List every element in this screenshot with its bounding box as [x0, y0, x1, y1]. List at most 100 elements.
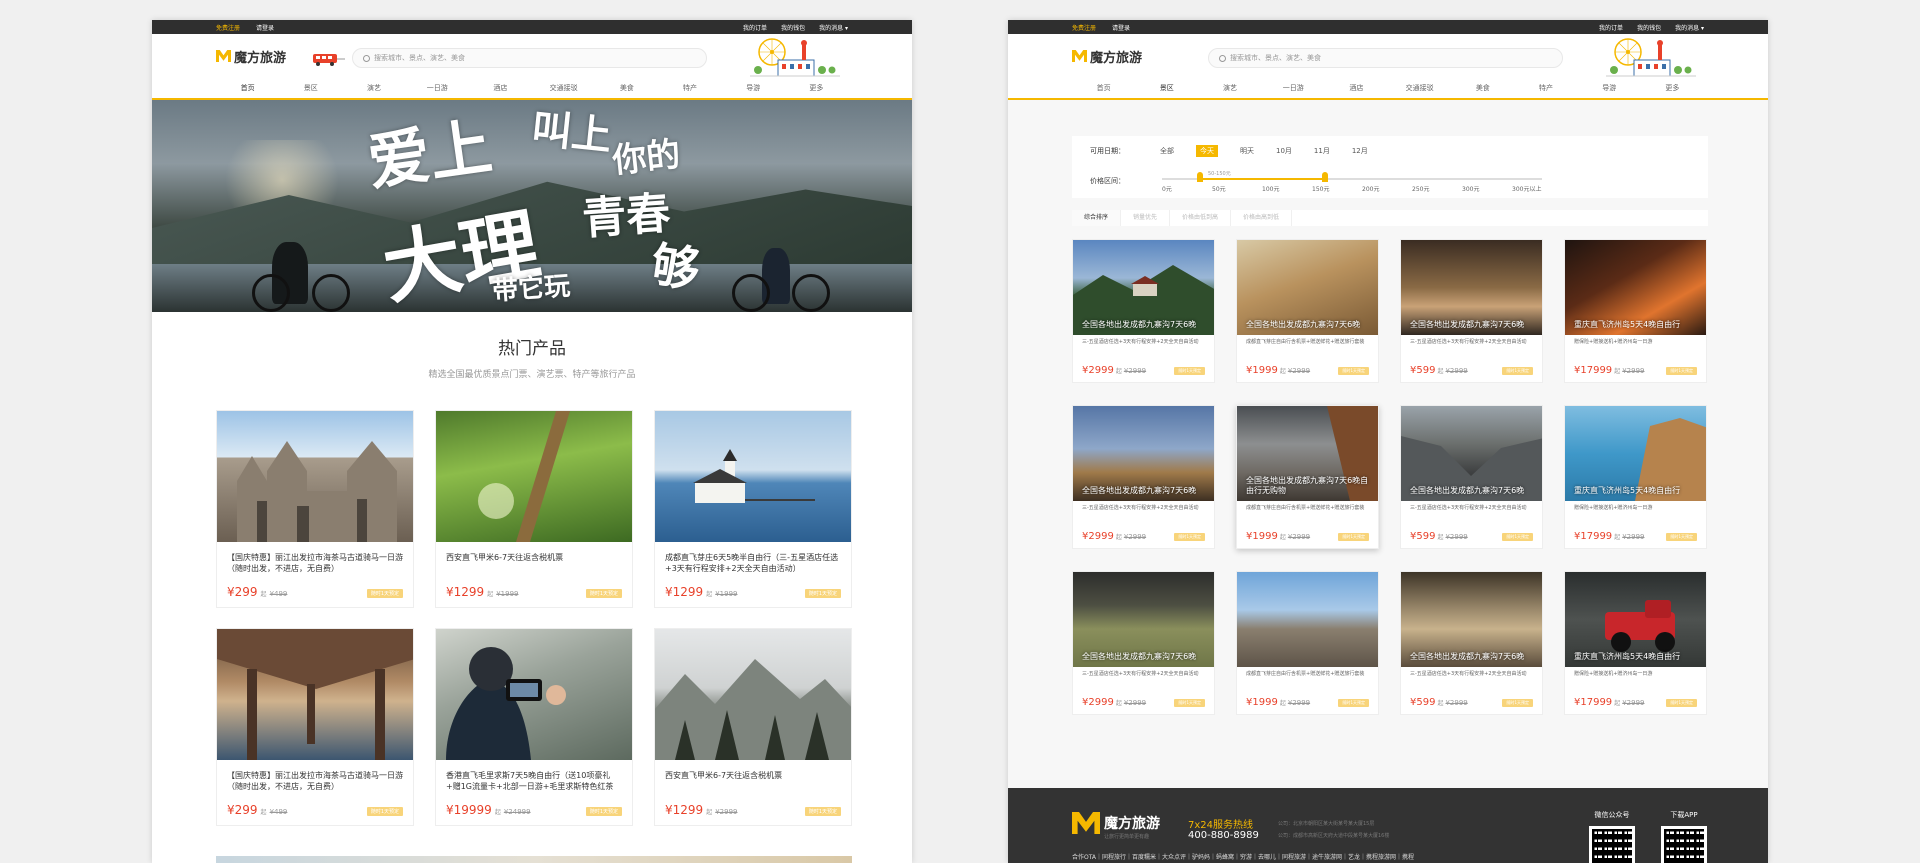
scenic-price: ¥2999 [1082, 365, 1114, 376]
search-input[interactable]: 搜索城市、景点、演艺、美食 [352, 48, 707, 68]
booking-tag: 随时1天预定 [1502, 533, 1533, 541]
scenic-card[interactable]: 成都直飞芽庄自由行含机票+赠送鲜花+赠送旅行套装 ¥1999 起 ¥2999 随时1天预… [1236, 571, 1379, 715]
original-price: ¥2999 [1287, 367, 1311, 375]
date-option-tomorrow[interactable]: 明天 [1240, 146, 1254, 156]
scenic-image-coconut: 全国各地出发成都九寨沟7天6晚 [1237, 240, 1378, 335]
hotline-number: 400-880-8989 [1188, 830, 1259, 841]
nav-item-specialty[interactable]: 特产 [658, 78, 721, 98]
product-card[interactable]: 西安直飞甲米6-7天往返含税机票 ¥1299 起 ¥2999 随时1天预定 [654, 628, 852, 826]
my-wallet-link[interactable]: 我的钱包 [781, 23, 805, 32]
nav-item-transfer[interactable]: 交通接驳 [1388, 78, 1451, 98]
header: 魔方旅游 搜索城市、景点、演艺、美食 [1008, 34, 1768, 78]
nav-item-hotel[interactable]: 酒店 [1325, 78, 1388, 98]
scenic-card[interactable]: 重庆直飞济州岛5天4晚自由行 赠保险+赠接送机+赠济州岛一日游 ¥17999 起 ¥29… [1564, 405, 1707, 549]
main-nav: 首页 景区 演艺 一日游 酒店 交通接驳 美食 特产 导游 更多 [152, 78, 912, 100]
nav-item-home[interactable]: 首页 [1072, 78, 1135, 98]
scenic-card[interactable]: 重庆直飞济州岛5天4晚自由行 赠保险+赠接送机+赠济州岛一日游 ¥17999 起 ¥29… [1564, 571, 1707, 715]
nav-item-day-tour[interactable]: 一日游 [1262, 78, 1325, 98]
price-tick[interactable]: 300元以上 [1512, 184, 1562, 193]
nav-item-scenic[interactable]: 景区 [1135, 78, 1199, 100]
search-input[interactable]: 搜索城市、景点、演艺、美食 [1208, 48, 1563, 68]
price-suffix: 起 [1614, 700, 1621, 707]
my-messages-link[interactable]: 我的消息 ▾ [819, 23, 848, 32]
logo[interactable]: 魔方旅游 [1072, 47, 1142, 66]
product-card[interactable]: 【国庆特惠】丽江出发拉市海茶马古道骑马一日游（随时出发，不进店，无自费） ¥29… [216, 628, 414, 826]
nav-item-day-tour[interactable]: 一日游 [406, 78, 469, 98]
price-range-slider[interactable]: 50-150元 0元 50元 100元 150元 200元 250元 300元 … [1162, 170, 1562, 196]
booking-tag: 随时1天预定 [585, 589, 622, 598]
price-tick[interactable]: 100元 [1262, 184, 1312, 193]
my-orders-link[interactable]: 我的订单 [743, 23, 767, 32]
date-option-today[interactable]: 今天 [1196, 145, 1218, 157]
login-link[interactable]: 请登录 [1112, 23, 1130, 32]
slider-handle-min[interactable] [1197, 172, 1203, 182]
sort-comprehensive[interactable]: 综合排序 [1072, 210, 1122, 226]
date-option-nov[interactable]: 11月 [1314, 146, 1330, 156]
date-option-all[interactable]: 全部 [1160, 146, 1174, 156]
price-tick[interactable]: 300元 [1462, 184, 1512, 193]
nav-item-food[interactable]: 美食 [595, 78, 658, 98]
nav-item-shows[interactable]: 演艺 [342, 78, 405, 98]
my-messages-link[interactable]: 我的消息 ▾ [1675, 23, 1704, 32]
nav-item-hotel[interactable]: 酒店 [469, 78, 532, 98]
scenic-card[interactable]: 全国各地出发成都九寨沟7天6晚 三-五星酒店任选+3天有行程安排+2天全天自由活动… [1072, 405, 1215, 549]
sort-price-asc[interactable]: 价格由低到高 [1170, 210, 1232, 226]
scenic-card[interactable]: 全国各地出发成都九寨沟7天6晚 三-五星酒店任选+3天有行程安排+2天全天自由活动… [1400, 239, 1543, 383]
scenic-image-cliff-fog: 全国各地出发成都九寨沟7天6晚自由行无购物 [1237, 406, 1378, 501]
scenic-card[interactable]: 重庆直飞济州岛5天4晚自由行 赠保险+赠接送机+赠济州岛一日游 ¥17999 起 ¥29… [1564, 239, 1707, 383]
product-card[interactable]: 西安直飞甲米6-7天往返含税机票 ¥1299 起 ¥1999 随时1天预定 [435, 410, 633, 608]
nav-item-more[interactable]: 更多 [1641, 78, 1704, 98]
price-suffix: 起 [1115, 534, 1122, 541]
price-tick[interactable]: 250元 [1412, 184, 1462, 193]
price-suffix: 起 [706, 591, 713, 598]
scenic-card[interactable]: 全国各地出发成都九寨沟7天6晚 三-五星酒店任选+3天有行程安排+2天全天自由活动… [1400, 405, 1543, 549]
nav-item-scenic[interactable]: 景区 [279, 78, 342, 98]
login-link[interactable]: 请登录 [256, 23, 274, 32]
product-price: ¥299 [227, 585, 258, 599]
scenic-description: 三-五星酒店任选+3天有行程安排+2天全天自由活动 [1082, 339, 1199, 345]
register-link[interactable]: 免费注册 [216, 23, 240, 32]
booking-tag: 随时1天预定 [1666, 533, 1697, 541]
date-option-dec[interactable]: 12月 [1352, 146, 1368, 156]
hero-banner[interactable]: 爱上 叫上 你的 大理 青春 带它玩 够 [152, 100, 912, 312]
booking-tag: 随时1天预定 [1338, 533, 1369, 541]
nav-item-shows[interactable]: 演艺 [1198, 78, 1261, 98]
sort-price-desc[interactable]: 价格由高到低 [1231, 210, 1293, 226]
hotline-label: 7x24服务热线 [1188, 820, 1254, 831]
nav-item-guide[interactable]: 导游 [722, 78, 785, 98]
nav-item-specialty[interactable]: 特产 [1514, 78, 1577, 98]
price-tick[interactable]: 200元 [1362, 184, 1412, 193]
nav-item-guide[interactable]: 导游 [1578, 78, 1641, 98]
original-price: ¥2999 [1287, 533, 1311, 541]
booking-tag: 随时1天预定 [1174, 533, 1205, 541]
price-tick[interactable]: 150元 [1312, 184, 1362, 193]
product-card[interactable]: 成都直飞芽庄6天5晚半自由行（三-五星酒店任选+3天有行程安排+2天全天自由活动… [654, 410, 852, 608]
product-image-grass [436, 411, 632, 542]
scenic-card[interactable]: 全国各地出发成都九寨沟7天6晚 三-五星酒店任选+3天有行程安排+2天全天自由活动… [1400, 571, 1543, 715]
product-card[interactable]: 【国庆特惠】丽江出发拉市海茶马古道骑马一日游（随时出发，不进店，无自费） ¥29… [216, 410, 414, 608]
scenic-card[interactable]: 全国各地出发成都九寨沟7天6晚自由行无购物 成都直飞芽庄自由行含机票+赠送鲜花+赠… [1236, 405, 1379, 549]
my-orders-link[interactable]: 我的订单 [1599, 23, 1623, 32]
scenic-card[interactable]: 全国各地出发成都九寨沟7天6晚 三-五星酒店任选+3天有行程安排+2天全天自由活动… [1072, 239, 1215, 383]
register-link[interactable]: 免费注册 [1072, 23, 1096, 32]
partner-links[interactable]: 合作OTA｜同程旅行｜百度糯米｜大众点评｜驴妈妈｜蚂蜂窝｜穷游｜去哪儿｜同程旅游… [1072, 852, 1414, 861]
scenic-card[interactable]: 全国各地出发成都九寨沟7天6晚 三-五星酒店任选+3天有行程安排+2天全天自由活动… [1072, 571, 1215, 715]
sort-sales[interactable]: 销量优先 [1121, 210, 1171, 226]
scenic-card[interactable]: 全国各地出发成都九寨沟7天6晚 成都直飞芽庄自由行含机票+赠送鲜花+赠送旅行套装 ¥… [1236, 239, 1379, 383]
nav-item-home[interactable]: 首页 [216, 78, 280, 100]
product-title: 【国庆特惠】丽江出发拉市海茶马古道骑马一日游（随时出发，不进店，无自费） [227, 771, 403, 791]
price-tick[interactable]: 0元 [1162, 184, 1212, 193]
nav-item-transfer[interactable]: 交通接驳 [532, 78, 595, 98]
logo[interactable]: 魔方旅游 [216, 47, 286, 66]
date-option-oct[interactable]: 10月 [1276, 146, 1292, 156]
slider-handle-max[interactable] [1322, 172, 1328, 182]
scenic-product-grid: 全国各地出发成都九寨沟7天6晚三-五星酒店任选+3天有行程安排+2天全天自由活动… [1072, 239, 1708, 715]
my-wallet-link[interactable]: 我的钱包 [1637, 23, 1661, 32]
nav-item-more[interactable]: 更多 [785, 78, 848, 98]
range-value-text: 50-150元 [1208, 171, 1231, 177]
price-tick[interactable]: 50元 [1212, 184, 1262, 193]
nav-item-food[interactable]: 美食 [1451, 78, 1514, 98]
address-line: 公司：成都市高新区天府大道中段某号某大厦16楼 [1278, 833, 1390, 839]
product-card[interactable]: 香港直飞毛里求斯7天5晚自由行（送10项豪礼+赠1G流量卡+北部一日游+毛里求斯… [435, 628, 633, 826]
product-title: 西安直飞甲米6-7天往返含税机票 [446, 553, 564, 562]
